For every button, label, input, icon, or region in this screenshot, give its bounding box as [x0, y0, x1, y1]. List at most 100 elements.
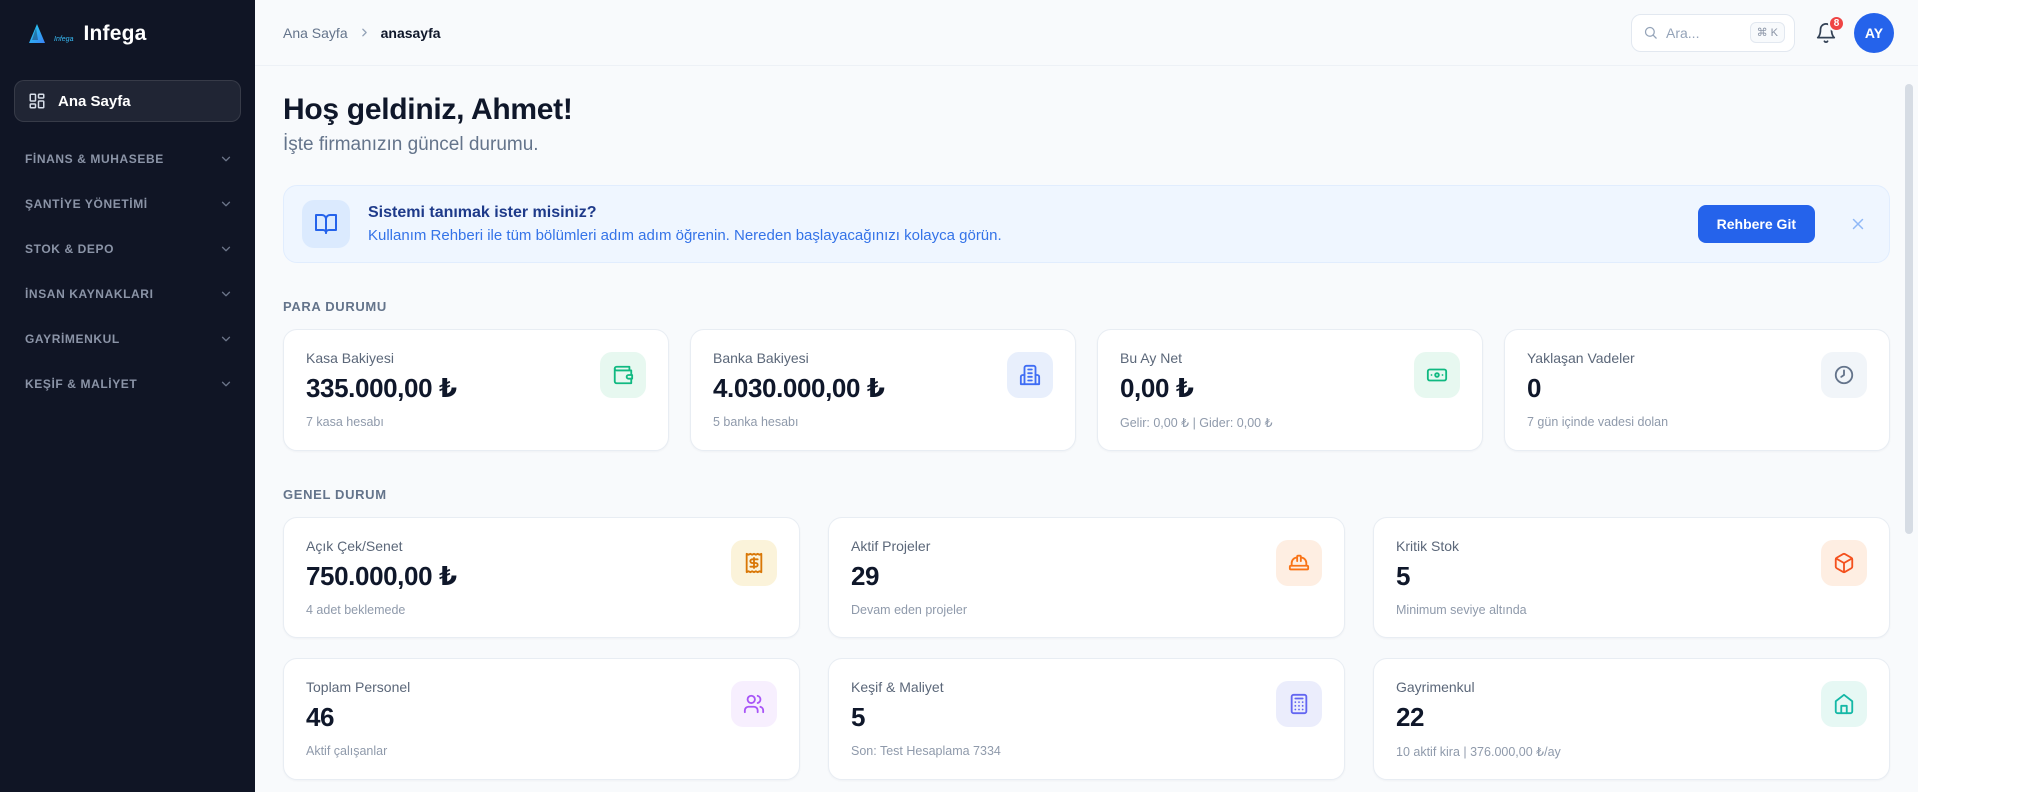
sidebar-section-label: ŞANTİYE YÖNETİMİ	[25, 197, 148, 211]
app-window: Infega Infega Ana Sayfa FİNANS & MUHASEB…	[0, 0, 1918, 792]
card-title: Kritik Stok	[1396, 538, 1527, 554]
card-subtitle: 7 kasa hesabı	[306, 415, 457, 429]
card-subtitle: Devam eden projeler	[851, 603, 967, 617]
card-title: Gayrimenkul	[1396, 679, 1561, 695]
header-actions: ⌘ K 8 AY	[1631, 13, 1894, 53]
logo-wordmark-small: Infega	[54, 36, 73, 46]
avatar[interactable]: AY	[1854, 13, 1894, 53]
sidebar-nav: Ana Sayfa FİNANS & MUHASEBE ŞANTİYE YÖNE…	[0, 80, 255, 406]
guide-button[interactable]: Rehbere Git	[1698, 205, 1815, 243]
card-value: 5	[851, 702, 1001, 733]
card-value: 750.000,00 ₺	[306, 561, 457, 592]
card-value: 46	[306, 702, 410, 733]
close-icon[interactable]	[1849, 215, 1867, 233]
guide-banner: Sistemi tanımak ister misiniz? Kullanım …	[283, 185, 1890, 263]
book-open-icon	[302, 200, 350, 248]
sidebar-section-label: KEŞİF & MALİYET	[25, 377, 137, 391]
brand-logo: Infega Infega	[0, 16, 255, 46]
card-title: Açık Çek/Senet	[306, 538, 457, 554]
sidebar-item-ana-sayfa[interactable]: Ana Sayfa	[14, 80, 241, 122]
chevron-down-icon	[219, 377, 233, 391]
sidebar-section-gayrimenkul[interactable]: GAYRİMENKUL	[0, 316, 255, 361]
card-value: 29	[851, 561, 967, 592]
scrollbar[interactable]	[1905, 84, 1913, 534]
package-icon	[1821, 540, 1867, 586]
stat-card-toplam-personel[interactable]: Toplam Personel 46 Aktif çalışanlar	[283, 658, 800, 780]
card-value: 0	[1527, 373, 1668, 404]
card-value: 0,00 ₺	[1120, 373, 1273, 404]
card-title: Yaklaşan Vadeler	[1527, 350, 1668, 366]
stat-card-aktif-projeler[interactable]: Aktif Projeler 29 Devam eden projeler	[828, 517, 1345, 638]
chevron-down-icon	[219, 242, 233, 256]
stat-card-kesif-maliyet[interactable]: Keşif & Maliyet 5 Son: Test Hesaplama 73…	[828, 658, 1345, 780]
wallet-icon	[600, 352, 646, 398]
card-subtitle: Son: Test Hesaplama 7334	[851, 744, 1001, 758]
card-subtitle: Gelir: 0,00 ₺ | Gider: 0,00 ₺	[1120, 415, 1273, 430]
chevron-down-icon	[219, 152, 233, 166]
card-value: 5	[1396, 561, 1527, 592]
card-title: Banka Bakiyesi	[713, 350, 885, 366]
brand-name: Infega	[83, 22, 146, 46]
search-icon	[1643, 25, 1658, 40]
card-subtitle: Aktif çalışanlar	[306, 744, 410, 758]
card-title: Bu Ay Net	[1120, 350, 1273, 366]
sidebar-section-label: GAYRİMENKUL	[25, 332, 120, 346]
page-title: Hoş geldiniz, Ahmet!	[283, 93, 1890, 127]
card-subtitle: 4 adet beklemede	[306, 603, 457, 617]
general-status-grid: Açık Çek/Senet 750.000,00 ₺ 4 adet bekle…	[283, 517, 1890, 780]
notification-badge: 8	[1828, 15, 1845, 32]
search-input-wrapper[interactable]: ⌘ K	[1631, 14, 1795, 52]
card-subtitle: 5 banka hesabı	[713, 415, 885, 429]
stat-card-bu-ay-net[interactable]: Bu Ay Net 0,00 ₺ Gelir: 0,00 ₺ | Gider: …	[1097, 329, 1483, 451]
card-value: 22	[1396, 702, 1561, 733]
search-input[interactable]	[1666, 25, 1724, 41]
section-label-para-durumu: PARA DURUMU	[283, 299, 1890, 314]
notifications-button[interactable]: 8	[1815, 22, 1837, 44]
bank-building-icon	[1007, 352, 1053, 398]
stat-card-banka-bakiyesi[interactable]: Banka Bakiyesi 4.030.000,00 ₺ 5 banka he…	[690, 329, 1076, 451]
section-label-genel-durum: GENEL DURUM	[283, 487, 1890, 502]
card-value: 4.030.000,00 ₺	[713, 373, 885, 404]
stat-card-kritik-stok[interactable]: Kritik Stok 5 Minimum seviye altında	[1373, 517, 1890, 638]
top-header: Ana Sayfa anasayfa ⌘ K 8	[255, 0, 1918, 66]
banknote-icon	[1414, 352, 1460, 398]
breadcrumb: Ana Sayfa anasayfa	[283, 25, 441, 41]
card-title: Aktif Projeler	[851, 538, 967, 554]
logo-icon	[24, 22, 48, 46]
home-icon	[1821, 681, 1867, 727]
sidebar-item-label: Ana Sayfa	[58, 93, 131, 110]
breadcrumb-chevron-icon	[358, 26, 371, 39]
sidebar-section-stok-depo[interactable]: STOK & DEPO	[0, 226, 255, 271]
sidebar-section-kesif-maliyet[interactable]: KEŞİF & MALİYET	[0, 361, 255, 406]
sidebar-section-label: İNSAN KAYNAKLARI	[25, 287, 154, 301]
card-subtitle: Minimum seviye altında	[1396, 603, 1527, 617]
breadcrumb-current: anasayfa	[381, 25, 441, 41]
card-value: 335.000,00 ₺	[306, 373, 457, 404]
sidebar-section-finans-muhasebe[interactable]: FİNANS & MUHASEBE	[0, 136, 255, 181]
card-subtitle: 7 gün içinde vadesi dolan	[1527, 415, 1668, 429]
sidebar-section-insan-kaynaklari[interactable]: İNSAN KAYNAKLARI	[0, 271, 255, 316]
card-title: Keşif & Maliyet	[851, 679, 1001, 695]
stat-card-gayrimenkul[interactable]: Gayrimenkul 22 10 aktif kira | 376.000,0…	[1373, 658, 1890, 780]
guide-banner-texts: Sistemi tanımak ister misiniz? Kullanım …	[368, 204, 1680, 244]
chevron-down-icon	[219, 287, 233, 301]
breadcrumb-parent[interactable]: Ana Sayfa	[283, 25, 348, 41]
hard-hat-icon	[1276, 540, 1322, 586]
calculator-icon	[1276, 681, 1322, 727]
page-content: Hoş geldiniz, Ahmet! İşte firmanızın gün…	[255, 66, 1918, 780]
stat-card-yaklasan-vadeler[interactable]: Yaklaşan Vadeler 0 7 gün içinde vadesi d…	[1504, 329, 1890, 451]
sidebar-section-santiye-yonetimi[interactable]: ŞANTİYE YÖNETİMİ	[0, 181, 255, 226]
guide-banner-description: Kullanım Rehberi ile tüm bölümleri adım …	[368, 227, 1680, 244]
stat-card-acik-cek-senet[interactable]: Açık Çek/Senet 750.000,00 ₺ 4 adet bekle…	[283, 517, 800, 638]
stat-card-kasa-bakiyesi[interactable]: Kasa Bakiyesi 335.000,00 ₺ 7 kasa hesabı	[283, 329, 669, 451]
main-area: Ana Sayfa anasayfa ⌘ K 8	[255, 0, 1918, 792]
chevron-down-icon	[219, 332, 233, 346]
sidebar-section-label: STOK & DEPO	[25, 242, 114, 256]
card-title: Kasa Bakiyesi	[306, 350, 457, 366]
card-subtitle: 10 aktif kira | 376.000,00 ₺/ay	[1396, 744, 1561, 759]
chevron-down-icon	[219, 197, 233, 211]
clock-icon	[1821, 352, 1867, 398]
users-icon	[731, 681, 777, 727]
sidebar: Infega Infega Ana Sayfa FİNANS & MUHASEB…	[0, 0, 255, 792]
sidebar-section-label: FİNANS & MUHASEBE	[25, 152, 164, 166]
